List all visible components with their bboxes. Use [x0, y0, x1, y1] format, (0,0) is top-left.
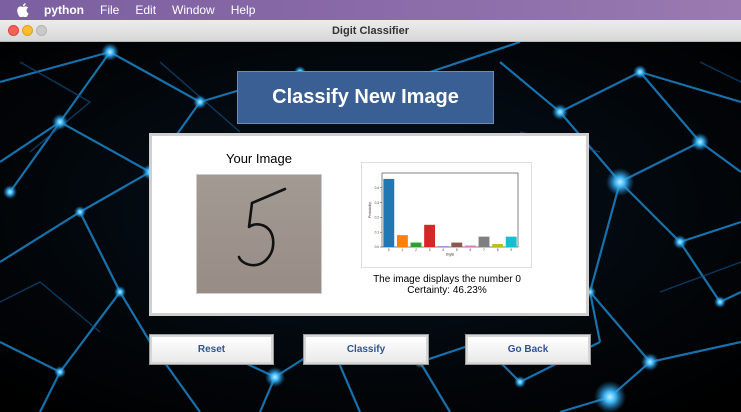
window-title-bar: Digit Classifier — [0, 20, 741, 42]
window-content: Classify New Image Your Image 0.0 0.1 0.2 0… — [0, 42, 741, 412]
x-tick-label: 7 — [483, 248, 485, 252]
menu-bar: python File Edit Window Help — [0, 0, 741, 20]
probability-chart: 0.0 0.1 0.2 0.3 0.4 0 1 2 3 4 5 6 7 8 9 Digits Probabili… — [361, 162, 532, 268]
menu-window[interactable]: Window — [172, 0, 215, 20]
y-axis-label: Probability — [368, 202, 372, 218]
certainty-text: Certainty: 46.23% — [407, 285, 487, 296]
y-tick-label: 0.1 — [375, 230, 380, 234]
bar-digit-2 — [410, 242, 422, 247]
x-axis-label: Digits — [446, 253, 455, 257]
reset-button[interactable]: Reset — [150, 335, 273, 364]
x-tick-label: 0 — [388, 248, 390, 252]
bar-digit-9 — [505, 236, 517, 247]
go-back-button[interactable]: Go Back — [466, 335, 590, 364]
window-title: Digit Classifier — [331, 25, 410, 37]
y-tick-label: 0.0 — [375, 245, 380, 249]
x-tick-label: 6 — [470, 248, 472, 252]
menu-file[interactable]: File — [100, 0, 119, 20]
x-tick-label: 2 — [415, 248, 417, 252]
menu-edit[interactable]: Edit — [135, 0, 156, 20]
menu-python[interactable]: python — [44, 0, 84, 20]
page-title-banner: Classify New Image — [237, 71, 494, 124]
result-panel: Your Image 0.0 0.1 0.2 0.3 0.4 0 1 2 3 4 5 6 7 8 9 Digi… — [149, 133, 589, 316]
menu-help[interactable]: Help — [231, 0, 256, 20]
x-tick-label: 5 — [456, 248, 458, 252]
x-tick-label: 3 — [429, 248, 431, 252]
apple-icon[interactable] — [16, 3, 30, 17]
x-tick-label: 4 — [442, 248, 444, 252]
bar-digit-4 — [437, 246, 449, 247]
x-tick-label: 8 — [497, 248, 499, 252]
uploaded-digit-image — [196, 174, 322, 294]
bar-digit-3 — [424, 224, 436, 247]
y-tick-label: 0.3 — [375, 201, 380, 205]
probability-bar-chart: 0.0 0.1 0.2 0.3 0.4 0 1 2 3 4 5 6 7 8 9 Digits Probabili… — [368, 172, 519, 257]
your-image-label: Your Image — [225, 151, 292, 166]
bar-digit-7 — [478, 236, 490, 247]
bar-digit-6 — [464, 245, 476, 247]
x-tick-label: 9 — [510, 248, 512, 252]
bar-digit-8 — [492, 244, 504, 247]
bar-digit-1 — [396, 235, 408, 247]
y-tick-label: 0.2 — [375, 216, 380, 220]
bar-digit-0 — [383, 178, 395, 247]
bar-digit-5 — [451, 242, 463, 247]
prediction-text: The image displays the number 0 — [373, 274, 521, 285]
classify-button[interactable]: Classify — [304, 335, 428, 364]
y-tick-label: 0.4 — [375, 186, 380, 190]
x-tick-label: 1 — [402, 248, 404, 252]
prediction-caption: The image displays the number 0 Certaint… — [332, 274, 562, 296]
